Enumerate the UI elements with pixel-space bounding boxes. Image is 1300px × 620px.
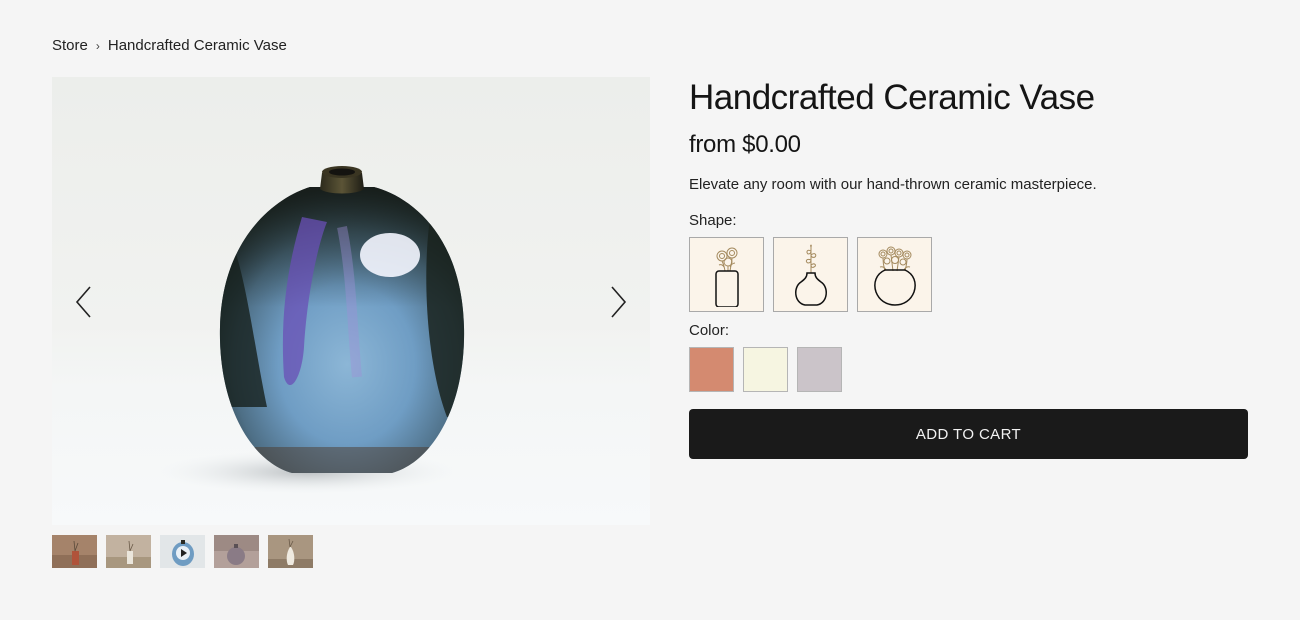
vase-thumbnail-image [160, 535, 205, 568]
gallery-prev-button[interactable] [64, 282, 104, 322]
product-title: Handcrafted Ceramic Vase [689, 78, 1095, 117]
thumbnail-3[interactable] [160, 535, 205, 568]
color-options [689, 347, 1249, 392]
gallery-next-button[interactable] [598, 282, 638, 322]
thumbnail-1[interactable] [52, 535, 97, 568]
vase-thumbnail-image [268, 535, 313, 568]
vase-thumbnail-image [106, 535, 151, 568]
vase-photo [157, 166, 465, 494]
shape-options [689, 237, 1249, 312]
product-price: from $0.00 [689, 131, 801, 158]
color-swatch-cream[interactable] [743, 347, 788, 392]
shape-option-tall[interactable] [689, 237, 764, 312]
thumbnail-5[interactable] [268, 535, 313, 568]
color-swatch-terracotta[interactable] [689, 347, 734, 392]
chevron-right-icon [611, 286, 627, 318]
breadcrumb-store-link[interactable]: Store [52, 37, 88, 54]
round-bud-vase-icon [794, 244, 827, 306]
product-info-panel: Handcrafted Ceramic Vase from $0.00 Elev… [689, 76, 1249, 459]
breadcrumb-separator: › [95, 38, 100, 53]
product-description: Elevate any room with our hand-thrown ce… [689, 176, 1097, 193]
breadcrumb-current: Handcrafted Ceramic Vase [107, 37, 287, 54]
color-label: Color: [689, 322, 730, 339]
color-swatch-lavender-grey[interactable] [797, 347, 842, 392]
shape-label: Shape: [689, 212, 737, 229]
chevron-left-icon [75, 286, 91, 318]
tall-cylinder-vase-icon [714, 247, 739, 307]
thumbnail-strip [52, 535, 313, 568]
vase-thumbnail-image [214, 535, 259, 568]
thumbnail-4[interactable] [214, 535, 259, 568]
vase-thumbnail-image [52, 535, 97, 568]
shape-option-round-bowl[interactable] [857, 237, 932, 312]
product-main-image[interactable] [52, 77, 650, 525]
add-to-cart-button[interactable]: ADD TO CART [689, 409, 1248, 459]
round-bowl-vase-icon [873, 246, 916, 306]
shape-option-round-bud[interactable] [773, 237, 848, 312]
thumbnail-2[interactable] [106, 535, 151, 568]
breadcrumb: Store › Handcrafted Ceramic Vase [52, 37, 287, 54]
